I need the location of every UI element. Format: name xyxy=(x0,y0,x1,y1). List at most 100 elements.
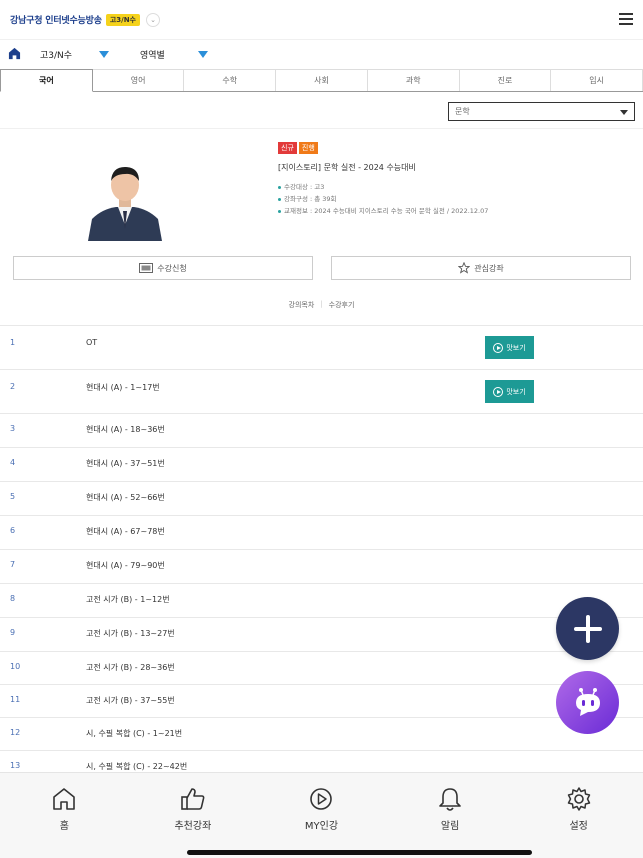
preview-label: 맛보기 xyxy=(506,343,526,352)
course-title: [지이스토리] 문학 실전 - 2024 수능대비 xyxy=(278,163,416,172)
course-meta: 수강대상 : 고3 강좌구성 : 총 39회 교재정보 : 2024 수능대비 … xyxy=(278,181,638,217)
tab-korean[interactable]: 국어 xyxy=(0,69,93,92)
lecture-number: 1 xyxy=(10,338,16,347)
grade-dropdown-arrow-icon[interactable] xyxy=(99,51,109,58)
divider xyxy=(0,128,643,129)
gear-icon xyxy=(567,787,590,811)
nav-my-lectures[interactable]: MY인강 xyxy=(257,773,386,858)
nav-home[interactable]: 홈 xyxy=(0,773,129,858)
lecture-number: 3 xyxy=(10,424,16,433)
tab-english[interactable]: 영어 xyxy=(92,69,185,91)
tab-reviews[interactable]: 수강후기 xyxy=(329,300,355,310)
lecture-row[interactable]: 2 현대시 (A) - 1~17번 맛보기 xyxy=(0,369,643,413)
course-badges: 신규 진행 xyxy=(278,142,638,154)
home-indicator[interactable] xyxy=(187,850,532,855)
lecture-row[interactable]: 6 현대시 (A) - 67~78번 xyxy=(0,515,643,549)
chatbot-button[interactable] xyxy=(556,671,619,734)
tab-admission[interactable]: 입시 xyxy=(551,69,643,91)
category-dropdown-arrow-icon[interactable] xyxy=(198,51,208,58)
chatbot-icon xyxy=(575,687,600,716)
preview-label: 맛보기 xyxy=(506,387,526,396)
bullet-icon xyxy=(278,185,281,189)
lecture-number: 13 xyxy=(10,761,21,770)
lecture-title[interactable]: 고전 시가 (B) - 1~12번 xyxy=(86,594,170,605)
home-icon xyxy=(53,788,76,810)
lecture-title[interactable]: 현대시 (A) - 52~66번 xyxy=(86,492,165,503)
lecture-title[interactable]: 현대시 (A) - 37~51번 xyxy=(86,458,165,469)
play-icon xyxy=(493,386,504,397)
lecture-number: 7 xyxy=(10,560,16,569)
lecture-number: 12 xyxy=(10,728,21,737)
bullet-icon xyxy=(278,197,281,201)
tab-math[interactable]: 수학 xyxy=(184,69,277,91)
enroll-label: 수강신청 xyxy=(157,263,187,273)
lecture-number: 9 xyxy=(10,628,16,637)
play-icon xyxy=(493,342,504,353)
bottom-navigation: 홈 추천강좌 MY인강 알림 설정 xyxy=(0,772,643,858)
category-filter[interactable]: 영역별 xyxy=(140,48,165,61)
nav-my-lectures-label: MY인강 xyxy=(304,821,339,832)
preview-button[interactable]: 맛보기 xyxy=(485,336,534,359)
hamburger-menu-icon[interactable] xyxy=(619,13,633,25)
star-icon xyxy=(458,262,471,274)
lecture-title[interactable]: 시, 수필 복합 (C) - 22~42번 xyxy=(86,761,187,772)
lecture-number: 6 xyxy=(10,526,16,535)
nav-settings[interactable]: 설정 xyxy=(514,773,643,858)
genre-select[interactable]: 문학 xyxy=(448,102,635,121)
nav-recommended[interactable]: 추천강좌 xyxy=(129,773,258,858)
lecture-number: 5 xyxy=(10,492,16,501)
brand-logo[interactable]: 강남구청 인터넷수능방송 xyxy=(10,13,102,26)
meta-target: 수강대상 : 고3 xyxy=(278,181,638,193)
new-badge: 신규 xyxy=(278,142,297,154)
nav-notifications[interactable]: 알림 xyxy=(386,773,515,858)
meta-composition: 강좌구성 : 총 39회 xyxy=(278,193,638,205)
thumbs-up-icon xyxy=(181,788,205,810)
favorite-label: 관심강좌 xyxy=(474,263,504,273)
lecture-row[interactable]: 7 현대시 (A) - 79~90번 xyxy=(0,549,643,583)
filter-bar: 고3/N수 영역별 xyxy=(0,42,643,68)
lecture-title[interactable]: 고전 시가 (B) - 13~27번 xyxy=(86,628,175,639)
plus-icon xyxy=(573,614,602,643)
chevron-down-icon[interactable]: ⌄ xyxy=(146,12,160,27)
grade-filter[interactable]: 고3/N수 xyxy=(40,48,72,61)
lecture-row[interactable]: 4 현대시 (A) - 37~51번 xyxy=(0,447,643,481)
nav-settings-label: 설정 xyxy=(569,821,588,832)
lecture-title[interactable]: 고전 시가 (B) - 28~36번 xyxy=(86,662,175,673)
preview-button[interactable]: 맛보기 xyxy=(485,380,534,403)
lecture-row[interactable]: 12 시, 수필 복합 (C) - 1~21번 xyxy=(0,717,643,750)
lecture-title[interactable]: OT xyxy=(86,338,97,347)
meta-composition-text: 강좌구성 : 총 39회 xyxy=(284,195,337,203)
lecture-row[interactable]: 10 고전 시가 (B) - 28~36번 xyxy=(0,651,643,684)
lecture-title[interactable]: 현대시 (A) - 1~17번 xyxy=(86,382,160,393)
lecture-row[interactable]: 5 현대시 (A) - 52~66번 xyxy=(0,481,643,515)
genre-select-value: 문학 xyxy=(455,107,470,116)
lecture-row[interactable]: 9 고전 시가 (B) - 13~27번 xyxy=(0,617,643,651)
subtab-separator: | xyxy=(320,300,323,308)
lecture-number: 2 xyxy=(10,382,16,391)
nav-recommended-label: 추천강좌 xyxy=(174,821,212,832)
lecture-title[interactable]: 현대시 (A) - 18~36번 xyxy=(86,424,165,435)
meta-textbook-text: 교재정보 : 2024 수능대비 지이스토리 수능 국어 문학 실전 / 202… xyxy=(284,207,489,215)
lecture-row[interactable]: 3 현대시 (A) - 18~36번 xyxy=(0,413,643,447)
lecture-title[interactable]: 고전 시가 (B) - 37~55번 xyxy=(86,695,175,706)
lecture-title[interactable]: 현대시 (A) - 79~90번 xyxy=(86,560,165,571)
lecture-row[interactable]: 8 고전 시가 (B) - 1~12번 xyxy=(0,583,643,617)
lecture-row[interactable]: 11 고전 시가 (B) - 37~55번 xyxy=(0,684,643,717)
enroll-button[interactable]: 수강신청 xyxy=(13,256,313,280)
lecture-title[interactable]: 시, 수필 복합 (C) - 1~21번 xyxy=(86,728,182,739)
tab-career[interactable]: 진로 xyxy=(459,69,552,91)
lecture-title[interactable]: 현대시 (A) - 67~78번 xyxy=(86,526,165,537)
favorite-button[interactable]: 관심강좌 xyxy=(331,256,631,280)
lecture-row[interactable]: 1 OT 맛보기 xyxy=(0,325,643,369)
grade-badge: 고3/N수 xyxy=(105,13,140,26)
tab-science[interactable]: 과학 xyxy=(367,69,460,91)
home-icon[interactable] xyxy=(8,47,21,60)
enroll-icon xyxy=(139,263,154,273)
course-info: 신규 진행 [지이스토리] 문학 실전 - 2024 수능대비 수강대상 : 고… xyxy=(278,142,638,217)
add-button[interactable] xyxy=(556,597,619,660)
tab-lecture-list[interactable]: 강의목차 xyxy=(289,300,315,310)
ongoing-badge: 진행 xyxy=(298,142,318,154)
tab-social[interactable]: 사회 xyxy=(276,69,368,91)
meta-target-text: 수강대상 : 고3 xyxy=(284,183,325,191)
lecture-number: 10 xyxy=(10,662,21,671)
